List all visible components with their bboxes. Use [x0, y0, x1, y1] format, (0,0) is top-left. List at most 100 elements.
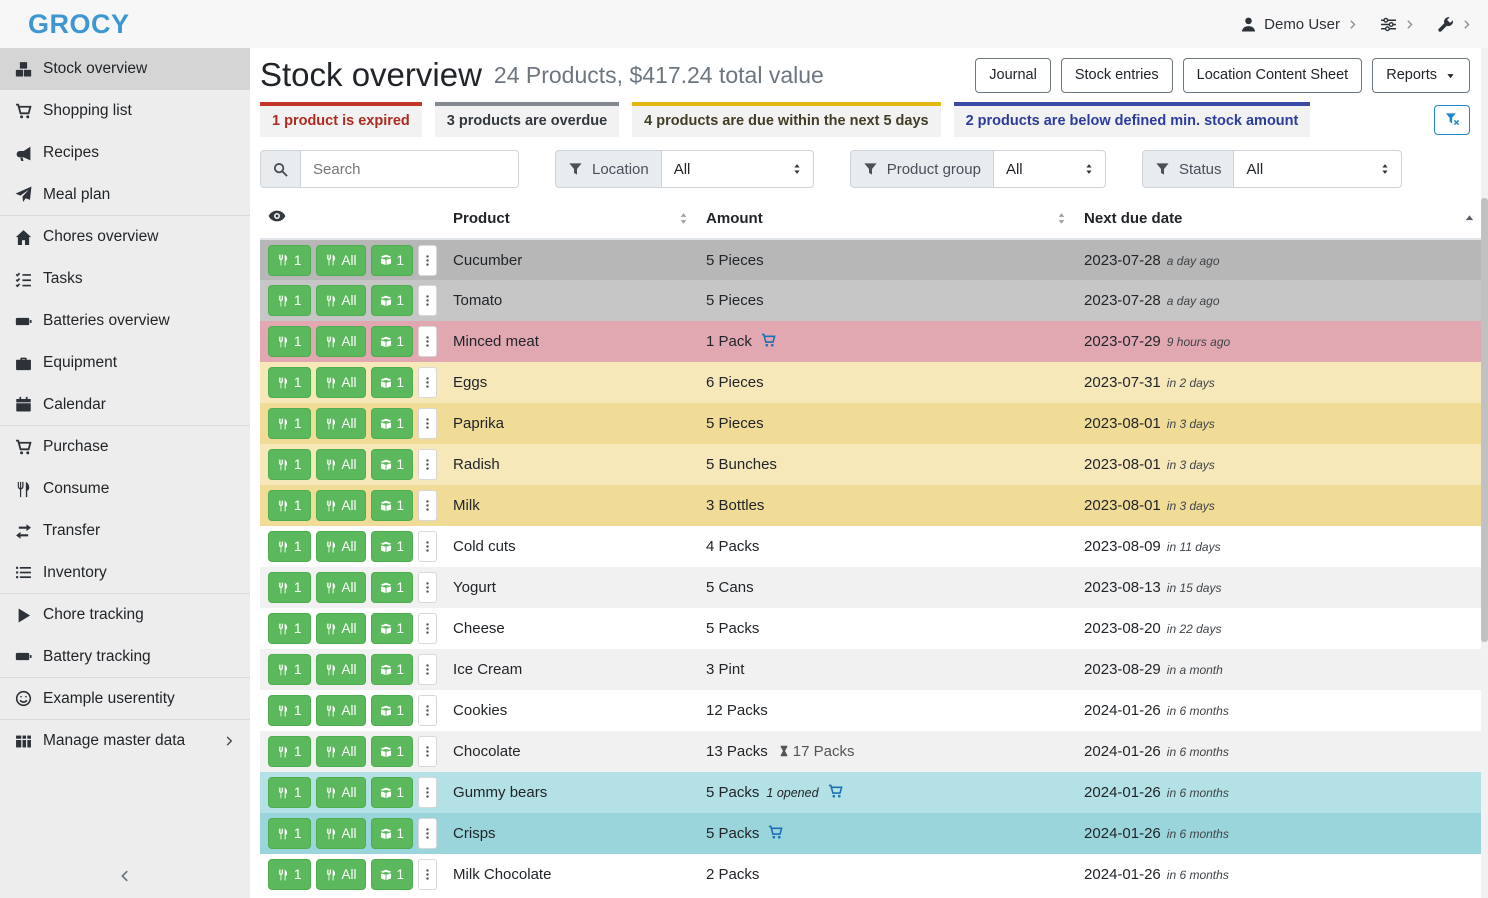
consume-one-button[interactable]: 1	[268, 449, 311, 480]
consume-all-button[interactable]: All	[316, 654, 366, 685]
row-menu-button[interactable]	[418, 777, 437, 808]
open-one-button[interactable]: 1	[371, 326, 414, 357]
consume-one-button[interactable]: 1	[268, 613, 311, 644]
grocy-logo[interactable]: GROCY	[28, 9, 130, 40]
overdue-banner[interactable]: 3 products are overdue	[435, 102, 619, 137]
open-one-button[interactable]: 1	[371, 285, 414, 316]
sidebar-item-recipes[interactable]: Recipes	[0, 132, 250, 174]
consume-one-button[interactable]: 1	[268, 245, 311, 276]
open-one-button[interactable]: 1	[371, 490, 414, 521]
consume-all-button[interactable]: All	[316, 285, 366, 316]
open-one-button[interactable]: 1	[371, 572, 414, 603]
product-column-header[interactable]: Product	[453, 210, 510, 227]
sidebar-item-batteries-overview[interactable]: Batteries overview	[0, 300, 250, 342]
consume-one-button[interactable]: 1	[268, 490, 311, 521]
sidebar-item-example-userentity[interactable]: Example userentity	[0, 678, 250, 720]
open-one-button[interactable]: 1	[371, 367, 414, 398]
open-one-button[interactable]: 1	[371, 695, 414, 726]
consume-one-button[interactable]: 1	[268, 654, 311, 685]
sidebar-item-purchase[interactable]: Purchase	[0, 426, 250, 468]
sidebar-item-shopping-list[interactable]: Shopping list	[0, 90, 250, 132]
open-one-button[interactable]: 1	[371, 818, 414, 849]
scrollbar-thumb[interactable]	[1481, 198, 1488, 642]
consume-all-button[interactable]: All	[316, 859, 366, 890]
row-menu-button[interactable]	[418, 490, 437, 521]
row-menu-button[interactable]	[418, 859, 437, 890]
consume-all-button[interactable]: All	[316, 367, 366, 398]
row-menu-button[interactable]	[418, 613, 437, 644]
sidebar-item-battery-tracking[interactable]: Battery tracking	[0, 636, 250, 678]
expired-banner[interactable]: 1 product is expired	[260, 102, 422, 137]
open-one-button[interactable]: 1	[371, 736, 414, 767]
row-menu-button[interactable]	[418, 285, 437, 316]
row-menu-button[interactable]	[418, 572, 437, 603]
consume-one-button[interactable]: 1	[268, 326, 311, 357]
consume-one-button[interactable]: 1	[268, 531, 311, 562]
sidebar-item-transfer[interactable]: Transfer	[0, 510, 250, 552]
consume-all-button[interactable]: All	[316, 613, 366, 644]
product-group-select[interactable]: All	[994, 150, 1106, 188]
row-menu-button[interactable]	[418, 326, 437, 357]
row-menu-button[interactable]	[418, 245, 437, 276]
consume-all-button[interactable]: All	[316, 695, 366, 726]
sort-ascending-icon[interactable]	[1463, 212, 1476, 225]
consume-all-button[interactable]: All	[316, 736, 366, 767]
consume-one-button[interactable]: 1	[268, 408, 311, 439]
row-menu-button[interactable]	[418, 408, 437, 439]
amount-column-header[interactable]: Amount	[706, 210, 763, 227]
journal-button[interactable]: Journal	[975, 58, 1051, 93]
open-one-button[interactable]: 1	[371, 654, 414, 685]
consume-all-button[interactable]: All	[316, 490, 366, 521]
consume-one-button[interactable]: 1	[268, 777, 311, 808]
consume-one-button[interactable]: 1	[268, 859, 311, 890]
settings-menu[interactable]	[1380, 16, 1415, 33]
location-content-sheet-button[interactable]: Location Content Sheet	[1183, 58, 1363, 93]
sort-icon[interactable]	[677, 212, 690, 225]
user-menu[interactable]: Demo User	[1240, 16, 1358, 33]
row-menu-button[interactable]	[418, 367, 437, 398]
page-scrollbar[interactable]	[1481, 48, 1488, 898]
due-soon-banner[interactable]: 4 products are due within the next 5 day…	[632, 102, 940, 137]
consume-all-button[interactable]: All	[316, 408, 366, 439]
location-select[interactable]: All	[662, 150, 814, 188]
consume-all-button[interactable]: All	[316, 531, 366, 562]
row-menu-button[interactable]	[418, 531, 437, 562]
open-one-button[interactable]: 1	[371, 408, 414, 439]
consume-all-button[interactable]: All	[316, 572, 366, 603]
open-one-button[interactable]: 1	[371, 531, 414, 562]
below-min-stock-banner[interactable]: 2 products are below defined min. stock …	[954, 102, 1311, 137]
consume-one-button[interactable]: 1	[268, 736, 311, 767]
consume-all-button[interactable]: All	[316, 777, 366, 808]
row-menu-button[interactable]	[418, 654, 437, 685]
next-due-date-column-header[interactable]: Next due date	[1084, 210, 1182, 227]
consume-one-button[interactable]: 1	[268, 818, 311, 849]
sidebar-item-stock-overview[interactable]: Stock overview	[0, 48, 250, 90]
open-one-button[interactable]: 1	[371, 449, 414, 480]
stock-entries-button[interactable]: Stock entries	[1061, 58, 1173, 93]
sidebar-item-chores-overview[interactable]: Chores overview	[0, 216, 250, 258]
search-input[interactable]	[301, 150, 519, 188]
consume-all-button[interactable]: All	[316, 326, 366, 357]
sidebar-item-tasks[interactable]: Tasks	[0, 258, 250, 300]
consume-all-button[interactable]: All	[316, 818, 366, 849]
row-menu-button[interactable]	[418, 695, 437, 726]
open-one-button[interactable]: 1	[371, 245, 414, 276]
row-menu-button[interactable]	[418, 818, 437, 849]
admin-tools-menu[interactable]	[1437, 16, 1472, 33]
consume-all-button[interactable]: All	[316, 245, 366, 276]
clear-filters-button[interactable]	[1434, 105, 1470, 135]
sidebar-item-meal-plan[interactable]: Meal plan	[0, 174, 250, 216]
sort-icon[interactable]	[1055, 212, 1068, 225]
sidebar-item-inventory[interactable]: Inventory	[0, 552, 250, 594]
consume-one-button[interactable]: 1	[268, 285, 311, 316]
consume-all-button[interactable]: All	[316, 449, 366, 480]
row-menu-button[interactable]	[418, 449, 437, 480]
open-one-button[interactable]: 1	[371, 777, 414, 808]
consume-one-button[interactable]: 1	[268, 695, 311, 726]
open-one-button[interactable]: 1	[371, 859, 414, 890]
sidebar-item-manage-master-data[interactable]: Manage master data	[0, 720, 250, 762]
consume-one-button[interactable]: 1	[268, 572, 311, 603]
column-visibility-toggle[interactable]	[268, 207, 286, 225]
consume-one-button[interactable]: 1	[268, 367, 311, 398]
row-menu-button[interactable]	[418, 736, 437, 767]
